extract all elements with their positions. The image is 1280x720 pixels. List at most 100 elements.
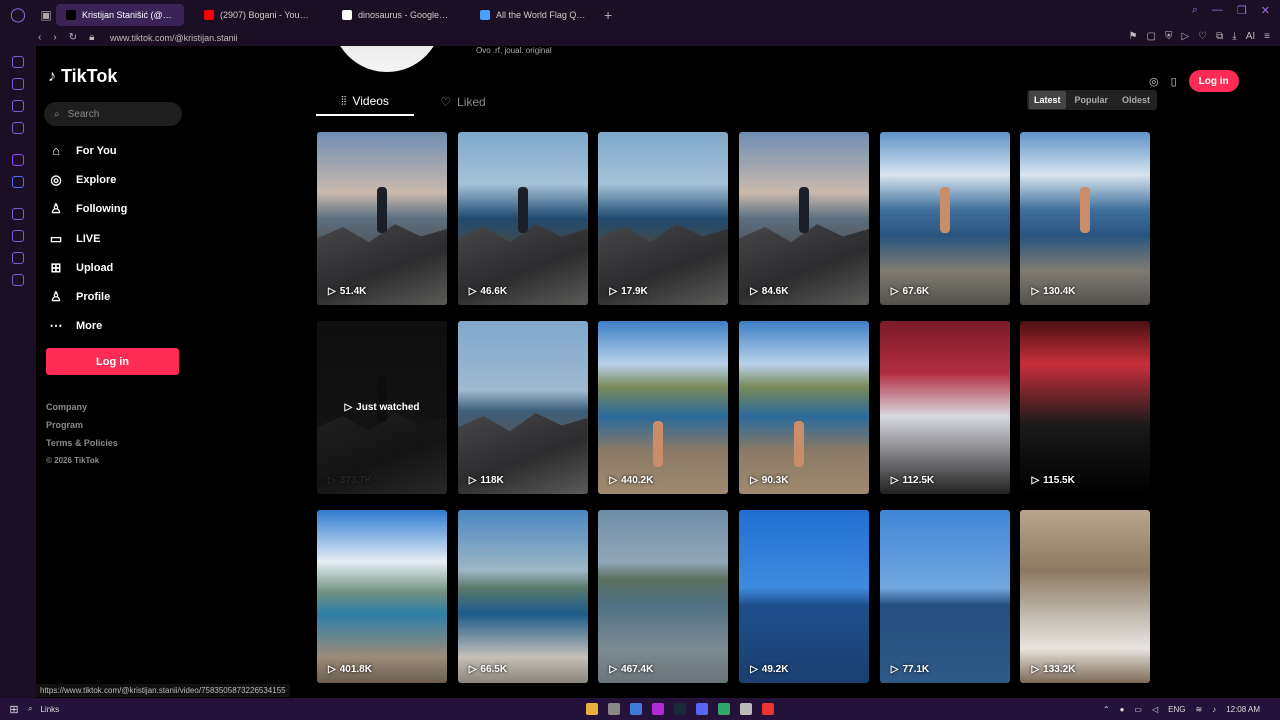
video-thumbnail[interactable]: ▷373.7K▷Just watched [317, 321, 447, 494]
sidebar-item-for-you[interactable]: ⌂ For You [48, 136, 127, 165]
chevron-up-icon[interactable]: ⌃ [1103, 705, 1110, 714]
app-icon[interactable] [718, 703, 730, 715]
footer-link-terms[interactable]: Terms & Policies [46, 438, 118, 456]
video-thumbnail[interactable]: ▷ 90.3K [739, 321, 870, 494]
nav-buttons: ‹ › ↻ 🔒︎ [0, 32, 110, 43]
sidebar-app-icon[interactable] [12, 56, 24, 68]
wifi-icon[interactable]: ≋ [1195, 705, 1202, 714]
sort-oldest[interactable]: Oldest [1117, 91, 1155, 109]
search-tabs-icon[interactable]: ⌕ [1192, 4, 1198, 17]
settings-icon[interactable] [12, 274, 24, 286]
video-thumbnail[interactable]: ▷ 440.2K [598, 321, 729, 494]
drive-icon[interactable]: ▭ [1134, 705, 1142, 714]
speaker-icon[interactable]: ◁ [1152, 705, 1158, 714]
app-icon[interactable] [740, 703, 752, 715]
video-thumbnail[interactable]: ▷ 66.5K [457, 510, 588, 683]
twitch-icon[interactable] [12, 154, 24, 166]
video-thumbnail[interactable]: ▷ 67.6K [879, 132, 1010, 305]
opera-gx-icon[interactable] [652, 703, 664, 715]
maximize-icon[interactable]: ❐ [1237, 4, 1247, 17]
download-icon[interactable]: ⤓ [1232, 31, 1236, 42]
sidebar-item-upload[interactable]: ⊞ Upload [48, 253, 127, 282]
url-field[interactable]: www.tiktok.com/@kristijan.stanii [110, 33, 238, 43]
header-login-button[interactable]: Log in [1188, 70, 1239, 92]
video-thumbnail[interactable]: ▷ 130.4K [1020, 132, 1151, 305]
snapshot-icon[interactable]: ▢ [1147, 31, 1156, 42]
app-icon[interactable] [630, 703, 642, 715]
clock[interactable]: 12:08 AM [1226, 705, 1260, 714]
video-thumbnail[interactable]: ▷ 77.1K [879, 510, 1010, 683]
person-figure [653, 421, 664, 467]
taskbar-search[interactable]: ⌕ Links [28, 704, 59, 714]
footer-link-program[interactable]: Program [46, 420, 118, 438]
sidebar-app-icon[interactable] [12, 252, 24, 264]
sidebar-item-following[interactable]: ♙ Following [48, 195, 127, 224]
volume-icon[interactable]: ♪ [1212, 705, 1216, 714]
tab-overview-icon[interactable]: ▣ [36, 8, 56, 22]
discord-icon[interactable] [696, 703, 708, 715]
video-thumbnail[interactable]: ▷ 115.5K [1020, 321, 1151, 494]
history-icon[interactable] [12, 230, 24, 242]
play-icon: ▷ [328, 286, 336, 297]
video-thumbnail[interactable]: ▷ 49.2K [739, 510, 870, 683]
video-thumbnail[interactable]: ▷ 118K [457, 321, 588, 494]
mic-icon[interactable]: ● [1120, 705, 1125, 714]
sidebar-app-icon[interactable] [12, 122, 24, 134]
shield-icon[interactable]: ⛨ [1165, 31, 1173, 42]
video-thumbnail[interactable]: ▷ 112.5K [879, 321, 1010, 494]
coins-icon[interactable]: ◎ [1149, 75, 1159, 88]
video-thumbnail[interactable]: ▷ 46.6K [457, 132, 588, 305]
discord-icon[interactable] [12, 176, 24, 188]
tab-videos[interactable]: ⦙⦙ Videos [316, 88, 414, 116]
browser-tab[interactable]: dinosaurus - Google Search [332, 4, 460, 26]
footer-link-company[interactable]: Company [46, 402, 118, 420]
browser-tab[interactable]: Kristijan Stanišić (@kristija [56, 3, 184, 26]
extension-icon[interactable]: ⧉ [1216, 31, 1223, 42]
sidebar-nav: ⌂ For You ◎ Explore ♙ Following ▭ LIVE ⊞ Upload ♙ P… [48, 136, 128, 341]
video-thumbnail[interactable]: ▷ 401.8K [317, 510, 447, 683]
app-icon[interactable] [608, 703, 620, 715]
search-input[interactable]: ⌕ Search [44, 102, 182, 126]
sidebar-item-more[interactable]: ⋯ More [48, 312, 127, 341]
video-thumbnail[interactable]: ▷ 133.2K [1020, 510, 1151, 683]
app-icon[interactable] [762, 703, 774, 715]
tab-liked[interactable]: ♡ Liked [414, 88, 512, 116]
play-icon[interactable]: ▷ [1181, 31, 1189, 42]
file-explorer-icon[interactable] [586, 703, 598, 715]
video-thumbnail[interactable]: ▷ 84.6K [739, 132, 870, 305]
windows-start-icon[interactable]: ⊞ [0, 703, 28, 716]
new-tab-button[interactable]: + [604, 7, 612, 23]
sort-popular[interactable]: Popular [1070, 91, 1114, 109]
video-thumbnail[interactable]: ▷ 467.4K [598, 510, 729, 683]
search-icon: ⌕ [54, 108, 60, 120]
steam-icon[interactable] [674, 703, 686, 715]
sidebar-item-explore[interactable]: ◎ Explore [48, 165, 127, 194]
sidebar-login-button[interactable]: Log in [46, 348, 179, 375]
sort-latest[interactable]: Latest [1029, 91, 1066, 109]
opera-logo-icon[interactable]: ◯ [0, 0, 36, 29]
home-icon: ⌂ [52, 143, 60, 159]
menu-icon[interactable]: ≡ [1264, 31, 1270, 42]
video-thumbnail[interactable]: ▷ 17.9K [598, 132, 729, 305]
browser-tabbar: ◯ ▣ Kristijan Stanišić (@kristija (2907) … [0, 0, 1280, 29]
close-icon[interactable]: ✕ [1261, 4, 1270, 17]
sidebar-item-live[interactable]: ▭ LIVE [48, 224, 127, 253]
sidebar-app-icon[interactable] [12, 208, 24, 220]
language-indicator[interactable]: ENG [1168, 705, 1185, 714]
view-count: ▷ 49.2K [750, 664, 789, 675]
sidebar-app-icon[interactable] [12, 100, 24, 112]
back-icon[interactable]: ‹ [38, 32, 41, 43]
bookmark-icon[interactable]: ⚑ [1129, 31, 1138, 42]
ai-icon[interactable]: AI [1246, 31, 1255, 42]
minimize-icon[interactable]: — [1212, 4, 1223, 17]
tiktok-logo[interactable]: ♪ TikTok [48, 66, 117, 87]
browser-tab[interactable]: (2907) Bogani - YouTube [194, 4, 322, 26]
browser-tab[interactable]: All the World Flag Quizzes [470, 4, 598, 26]
reload-icon[interactable]: ↻ [69, 32, 77, 43]
sidebar-app-icon[interactable] [12, 78, 24, 90]
video-thumbnail[interactable]: ▷ 51.4K [317, 132, 447, 305]
device-icon[interactable]: ▯ [1171, 75, 1177, 88]
heart-icon[interactable]: ♡ [1198, 31, 1207, 42]
sidebar-item-profile[interactable]: ♙ Profile [48, 282, 127, 311]
forward-icon[interactable]: › [53, 32, 56, 43]
